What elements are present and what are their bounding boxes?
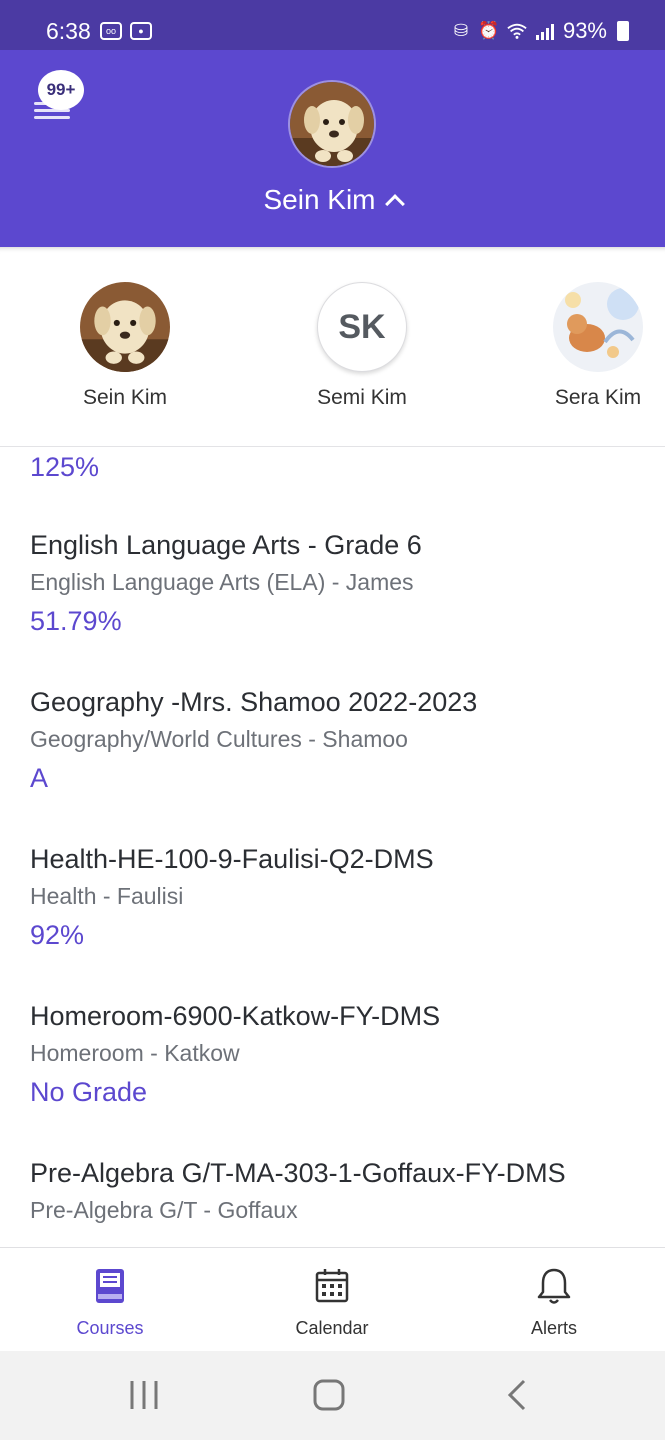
- course-grade: 125%: [30, 452, 100, 482]
- data-saver-icon: ⛁: [453, 21, 469, 40]
- bell-icon: [534, 1266, 574, 1306]
- course-grade: 92%: [30, 920, 85, 950]
- course-grade: A: [30, 763, 49, 793]
- profile-name: Sera Kim: [554, 386, 642, 409]
- battery-percent: 93%: [562, 18, 607, 43]
- course-item[interactable]: Geography -Mrs. Shamoo 2022-2023 Geograp…: [30, 687, 640, 794]
- voicemail-icon: oo: [100, 22, 122, 40]
- chevron-up-icon: [384, 194, 405, 214]
- tab-courses[interactable]: Courses: [40, 1266, 180, 1339]
- course-title: Pre-Algebra G/T-MA-303-1-Goffaux-FY-DMS: [30, 1158, 566, 1188]
- course-subtitle: Homeroom - Katkow: [30, 1040, 240, 1066]
- back-button[interactable]: [502, 1377, 532, 1418]
- screen-record-icon: ●: [130, 22, 152, 40]
- avatar: [80, 282, 170, 372]
- tab-label: Alerts: [530, 1318, 577, 1338]
- course-subtitle: Pre-Algebra G/T - Goffaux: [30, 1197, 298, 1223]
- notification-badge: 99+: [38, 70, 84, 110]
- student-selector[interactable]: Sein Kim: [0, 184, 665, 216]
- signal-icon: [535, 21, 555, 41]
- course-item[interactable]: Health-HE-100-9-Faulisi-Q2-DMS Health - …: [30, 844, 640, 951]
- battery-icon: [617, 21, 629, 41]
- tab-calendar[interactable]: Calendar: [262, 1266, 402, 1339]
- tab-label: Calendar: [295, 1318, 369, 1338]
- avatar-initials: SK: [317, 282, 407, 372]
- status-bar: 6:38 oo ● ⛁ ⏰ 93%: [0, 0, 665, 50]
- course-list: 125% English Language Arts - Grade 6 Eng…: [0, 448, 665, 1246]
- alarm-icon: ⏰: [478, 21, 500, 40]
- student-profile-semi[interactable]: SK Semi Kim: [297, 282, 427, 410]
- menu-button[interactable]: 99+: [30, 70, 86, 120]
- student-switcher: Sein Kim SK Semi Kim Sera Kim: [0, 247, 665, 447]
- avatar: [553, 282, 643, 372]
- course-item[interactable]: Pre-Algebra G/T-MA-303-1-Goffaux-FY-DMS …: [30, 1158, 640, 1234]
- course-grade: 51.79%: [30, 606, 122, 636]
- profile-name: Semi Kim: [317, 386, 407, 409]
- course-title: English Language Arts - Grade 6: [30, 530, 422, 560]
- system-nav-bar: [0, 1351, 665, 1440]
- student-name: Sein Kim: [263, 184, 376, 215]
- book-icon: [90, 1266, 130, 1306]
- course-item[interactable]: English Language Arts - Grade 6 English …: [30, 530, 640, 637]
- course-subtitle: Geography/World Cultures - Shamoo: [30, 726, 408, 752]
- course-title: Homeroom-6900-Katkow-FY-DMS: [30, 1001, 441, 1031]
- course-subtitle: Health - Faulisi: [30, 883, 184, 909]
- calendar-icon: [312, 1266, 352, 1306]
- wifi-icon: [507, 21, 527, 41]
- course-title: Geography -Mrs. Shamoo 2022-2023: [30, 687, 478, 717]
- course-title: Health-HE-100-9-Faulisi-Q2-DMS: [30, 844, 434, 874]
- status-time: 6:38: [46, 18, 91, 44]
- avatar[interactable]: [288, 80, 376, 168]
- course-grade: No Grade: [30, 1077, 148, 1107]
- app-header: 99+ Sein Kim: [0, 50, 665, 247]
- recent-apps-button[interactable]: [128, 1377, 160, 1418]
- course-item[interactable]: Homeroom-6900-Katkow-FY-DMS Homeroom - K…: [30, 1001, 640, 1108]
- home-button[interactable]: [312, 1377, 346, 1418]
- profile-name: Sein Kim: [82, 386, 168, 409]
- tab-alerts[interactable]: Alerts: [484, 1266, 624, 1339]
- bottom-nav: Courses Calendar Alerts: [0, 1247, 665, 1351]
- tab-label: Courses: [76, 1318, 144, 1338]
- student-profile-sein[interactable]: Sein Kim: [60, 282, 190, 410]
- course-subtitle: English Language Arts (ELA) - James: [30, 569, 414, 595]
- student-profile-sera[interactable]: Sera Kim: [533, 282, 663, 410]
